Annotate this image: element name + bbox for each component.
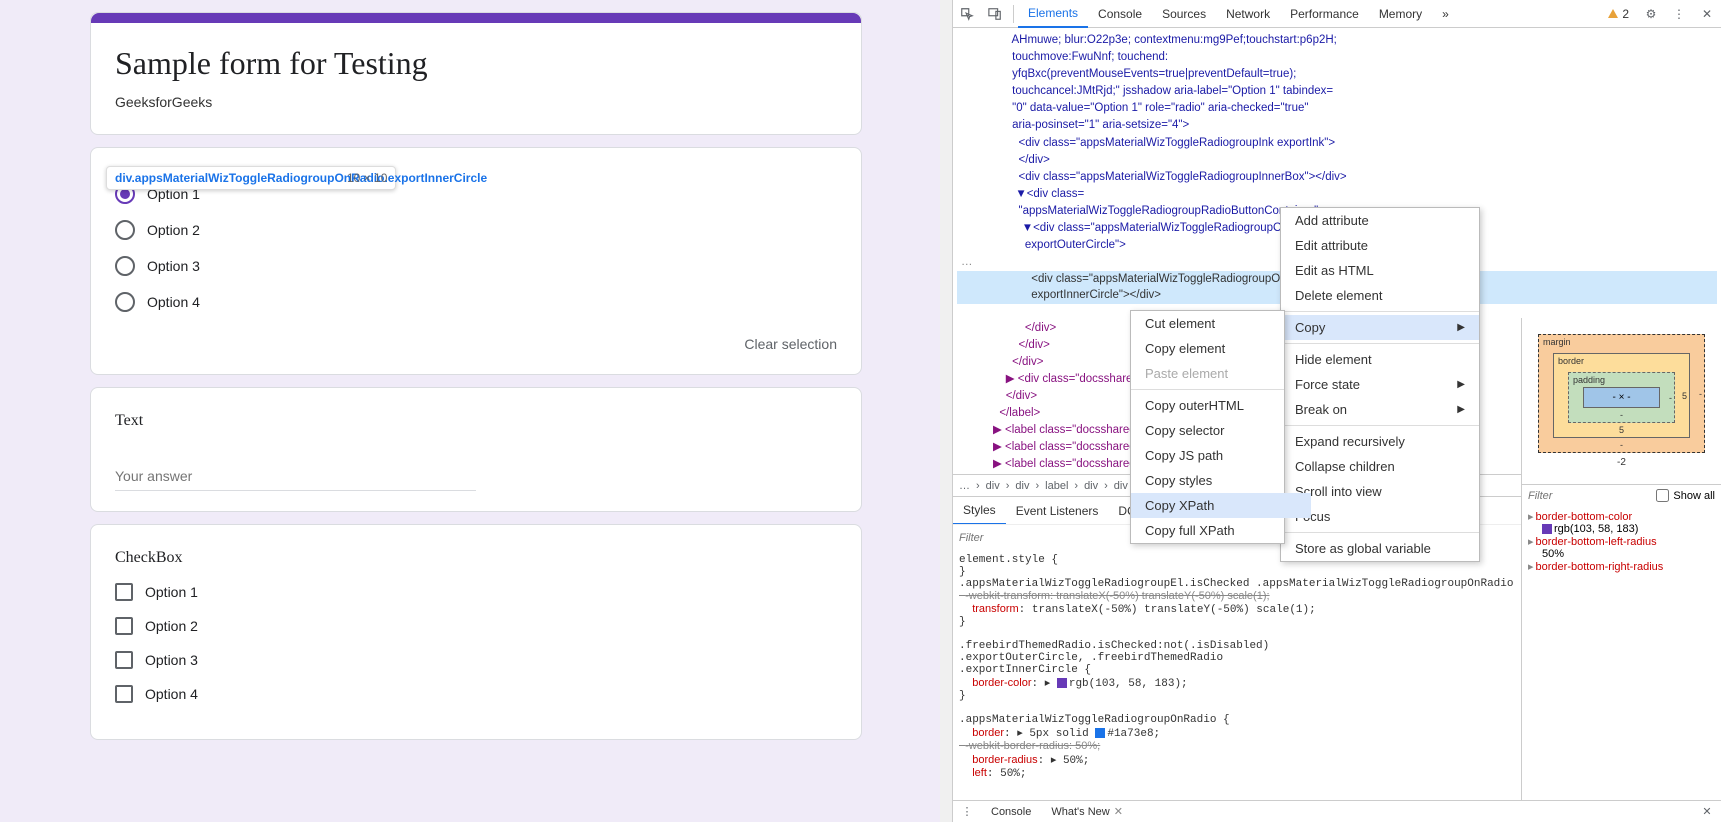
option-label: Option 2 — [145, 618, 198, 634]
kebab-icon[interactable]: ⋮ — [953, 798, 981, 826]
option-label: Option 4 — [145, 686, 198, 702]
menu-item[interactable]: Copy selector — [1131, 418, 1311, 443]
close-icon[interactable]: ✕ — [1114, 805, 1123, 818]
radio-option[interactable]: Option 4 — [115, 292, 837, 312]
gear-icon[interactable]: ⚙ — [1637, 0, 1665, 28]
eventlisteners-tab[interactable]: Event Listeners — [1006, 497, 1109, 525]
clear-selection-button[interactable]: Clear selection — [744, 336, 837, 352]
option-label: Option 1 — [145, 584, 198, 600]
tooltip-size: 10 × 10 — [347, 171, 387, 185]
box-model: margin-- border55 padding-- - × - -2 — [1522, 318, 1721, 484]
radio-option[interactable]: Option 2 — [115, 220, 837, 240]
radio-option[interactable]: Option 3 — [115, 256, 837, 276]
form-title: Sample form for Testing — [115, 45, 837, 82]
show-all-checkbox[interactable]: Show all — [1656, 489, 1715, 502]
tab-network[interactable]: Network — [1216, 0, 1280, 28]
checkbox-icon[interactable] — [115, 685, 133, 703]
scrollbar[interactable] — [940, 0, 952, 822]
menu-item[interactable]: Copy element — [1131, 336, 1311, 361]
menu-item[interactable]: Copy full XPath — [1131, 518, 1311, 543]
checkbox-option[interactable]: Option 4 — [115, 685, 837, 703]
tab-sources[interactable]: Sources — [1152, 0, 1216, 28]
tab-memory[interactable]: Memory — [1369, 0, 1432, 28]
content-size: - × - — [1583, 387, 1660, 408]
inspector-tooltip: div.appsMaterialWizToggleRadiogroupOnRad… — [106, 166, 396, 190]
drawer-console-tab[interactable]: Console — [981, 806, 1041, 818]
menu-item[interactable]: Edit as HTML — [1281, 258, 1479, 283]
drawer-tabs: ⋮ Console What's New ✕ ✕ — [953, 800, 1721, 822]
menu-item[interactable]: Copy styles — [1131, 468, 1311, 493]
warnings-badge[interactable]: 2 — [1600, 7, 1637, 21]
radio-icon[interactable] — [115, 292, 135, 312]
menu-item[interactable]: Add attribute — [1281, 208, 1479, 233]
option-label: Option 4 — [147, 294, 200, 310]
menu-item[interactable]: Paste element — [1131, 361, 1311, 386]
text-question-card: Text — [90, 387, 862, 512]
context-submenu-copy[interactable]: Cut elementCopy elementPaste elementCopy… — [1130, 310, 1285, 544]
checkbox-icon[interactable] — [115, 617, 133, 635]
device-toggle-icon[interactable] — [981, 0, 1009, 28]
tooltip-selector: div.appsMaterialWizToggleRadiogroupOnRad… — [115, 171, 335, 185]
tab-performance[interactable]: Performance — [1280, 0, 1369, 28]
menu-item[interactable]: Edit attribute — [1281, 233, 1479, 258]
computed-panel: margin-- border55 padding-- - × - -2 Sho… — [1521, 318, 1721, 800]
inspect-icon[interactable] — [953, 0, 981, 28]
computed-filter-input[interactable] — [1528, 490, 1588, 502]
checkbox-option[interactable]: Option 3 — [115, 651, 837, 669]
checkbox-option[interactable]: Option 1 — [115, 583, 837, 601]
radio-icon[interactable] — [115, 220, 135, 240]
menu-item[interactable]: Cut element — [1131, 311, 1311, 336]
tab-overflow[interactable]: » — [1432, 0, 1459, 28]
question-title: Text — [115, 412, 837, 430]
close-icon[interactable]: ✕ — [1693, 798, 1721, 826]
form-header-card: Sample form for Testing GeeksforGeeks — [90, 12, 862, 135]
computed-list[interactable]: ▸border-bottom-colorrgb(103, 58, 183)▸bo… — [1522, 506, 1721, 577]
checkbox-icon[interactable] — [115, 651, 133, 669]
warning-icon — [1608, 9, 1618, 18]
menu-item[interactable]: Delete element — [1281, 283, 1479, 308]
radio-icon[interactable] — [115, 256, 135, 276]
option-label: Option 2 — [147, 222, 200, 238]
option-label: Option 3 — [147, 258, 200, 274]
close-icon[interactable]: ✕ — [1693, 0, 1721, 28]
form-subtitle: GeeksforGeeks — [115, 94, 837, 110]
menu-item[interactable]: Copy JS path — [1131, 443, 1311, 468]
answer-input[interactable] — [115, 462, 476, 491]
question-title: CheckBox — [115, 549, 837, 567]
form-page: Sample form for Testing GeeksforGeeks Op… — [0, 0, 952, 822]
option-label: Option 3 — [145, 652, 198, 668]
kebab-icon[interactable]: ⋮ — [1665, 0, 1693, 28]
tab-console[interactable]: Console — [1088, 0, 1152, 28]
checkbox-icon[interactable] — [115, 583, 133, 601]
tab-elements[interactable]: Elements — [1018, 0, 1088, 28]
checkbox-question-card: CheckBox Option 1 Option 2 Option 3 Opti… — [90, 524, 862, 740]
styles-tab[interactable]: Styles — [953, 497, 1006, 525]
drawer-whatsnew-tab[interactable]: What's New ✕ — [1041, 805, 1133, 818]
menu-item[interactable]: Copy outerHTML — [1131, 393, 1311, 418]
menu-item[interactable]: Copy XPath — [1131, 493, 1311, 518]
checkbox-option[interactable]: Option 2 — [115, 617, 837, 635]
